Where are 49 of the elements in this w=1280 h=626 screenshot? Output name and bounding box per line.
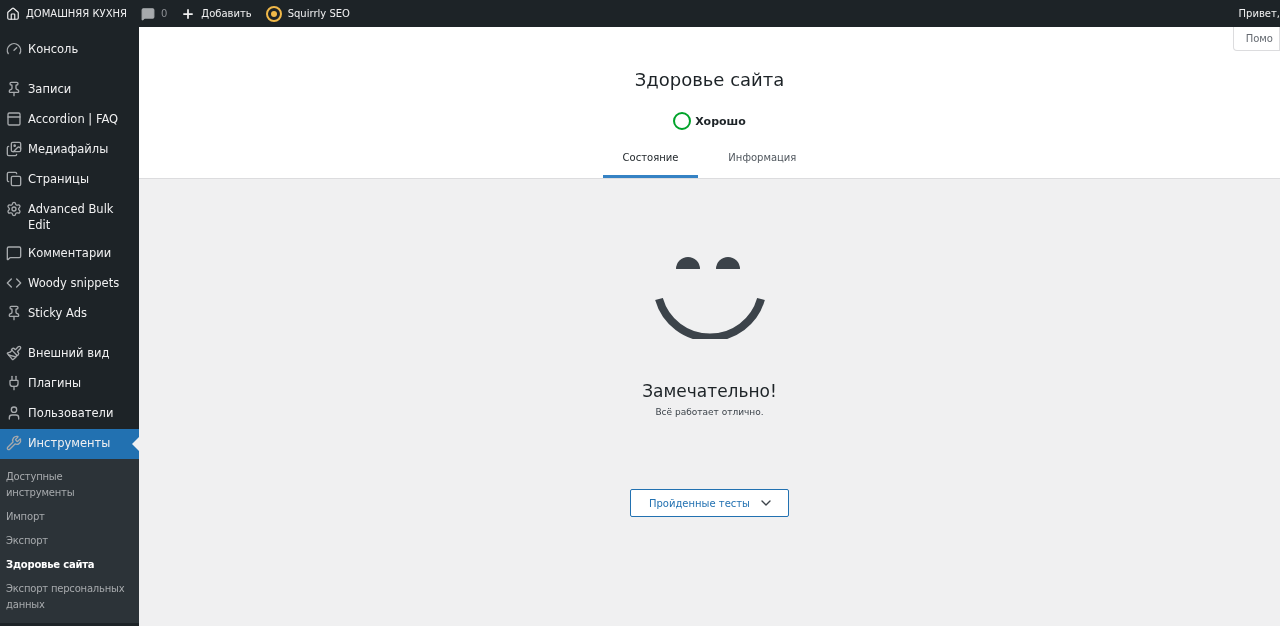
sidebar-item[interactable]: Комментарии — [0, 239, 139, 269]
sidebar-item[interactable]: Инструменты — [0, 429, 139, 459]
result-text: Всё работает отлично. — [655, 407, 764, 417]
sidebar-item[interactable]: Пользователи — [0, 399, 139, 429]
sidebar-item[interactable]: Записи — [0, 75, 139, 105]
submenu-item[interactable]: Здоровье сайта — [0, 553, 139, 577]
menu-icon — [6, 141, 22, 157]
menu-icon — [6, 275, 22, 291]
page-title: Здоровье сайта — [634, 69, 785, 90]
menu-icon — [6, 435, 22, 451]
sidebar-item[interactable]: Accordion | FAQ — [0, 105, 139, 135]
menu-icon — [6, 345, 22, 361]
add-new-link[interactable]: Добавить — [201, 8, 252, 19]
submenu-item[interactable]: Импорт — [0, 505, 139, 529]
status-ring-icon — [673, 112, 692, 130]
help-tab[interactable]: Помо — [1232, 27, 1280, 51]
menu-icon — [6, 305, 22, 321]
logo-icon[interactable] — [265, 5, 282, 22]
menu-icon — [6, 111, 22, 127]
sidebar-item[interactable]: Woody snippets — [0, 269, 139, 299]
sidebar-item[interactable]: Внешний вид — [0, 339, 139, 369]
menu-icon — [6, 405, 22, 421]
sidebar-item[interactable]: Advanced Bulk Edit — [0, 195, 139, 239]
sidebar-item[interactable]: Sticky Ads — [0, 299, 139, 329]
sidebar-item[interactable]: Медиафайлы — [0, 135, 139, 165]
submenu-item[interactable]: Экспорт персональных данных — [0, 577, 139, 617]
sidebar-item[interactable]: Плагины — [0, 369, 139, 399]
tab[interactable]: Состояние — [602, 140, 699, 178]
menu-icon — [6, 171, 22, 187]
submenu-item[interactable]: Экспорт — [0, 529, 139, 553]
menu-icon — [6, 201, 22, 217]
site-name[interactable]: ДОМАШНЯЯ КУХНЯ — [26, 8, 127, 19]
comment-icon[interactable] — [140, 6, 155, 21]
submenu-item[interactable]: Доступные инструменты — [0, 465, 139, 505]
menu-icon — [6, 245, 22, 261]
passed-tests-button[interactable]: Пройденные тесты — [629, 489, 790, 517]
seo-menu-link[interactable]: Squirrly SEO — [287, 8, 350, 19]
tab[interactable]: Информация — [708, 140, 817, 178]
plus-icon[interactable] — [181, 6, 196, 21]
comment-count: 0 — [160, 8, 168, 19]
sidebar-item[interactable]: Страницы — [0, 165, 139, 195]
menu-icon — [6, 81, 22, 97]
menu-icon — [6, 375, 22, 391]
home-icon[interactable] — [6, 6, 20, 21]
sidebar-item[interactable]: Консоль — [0, 35, 139, 65]
status-label: Хорошо — [695, 114, 746, 128]
menu-icon — [6, 41, 22, 57]
result-title: Замечательно! — [642, 381, 777, 401]
greeting[interactable]: Привет, — [1238, 8, 1280, 19]
